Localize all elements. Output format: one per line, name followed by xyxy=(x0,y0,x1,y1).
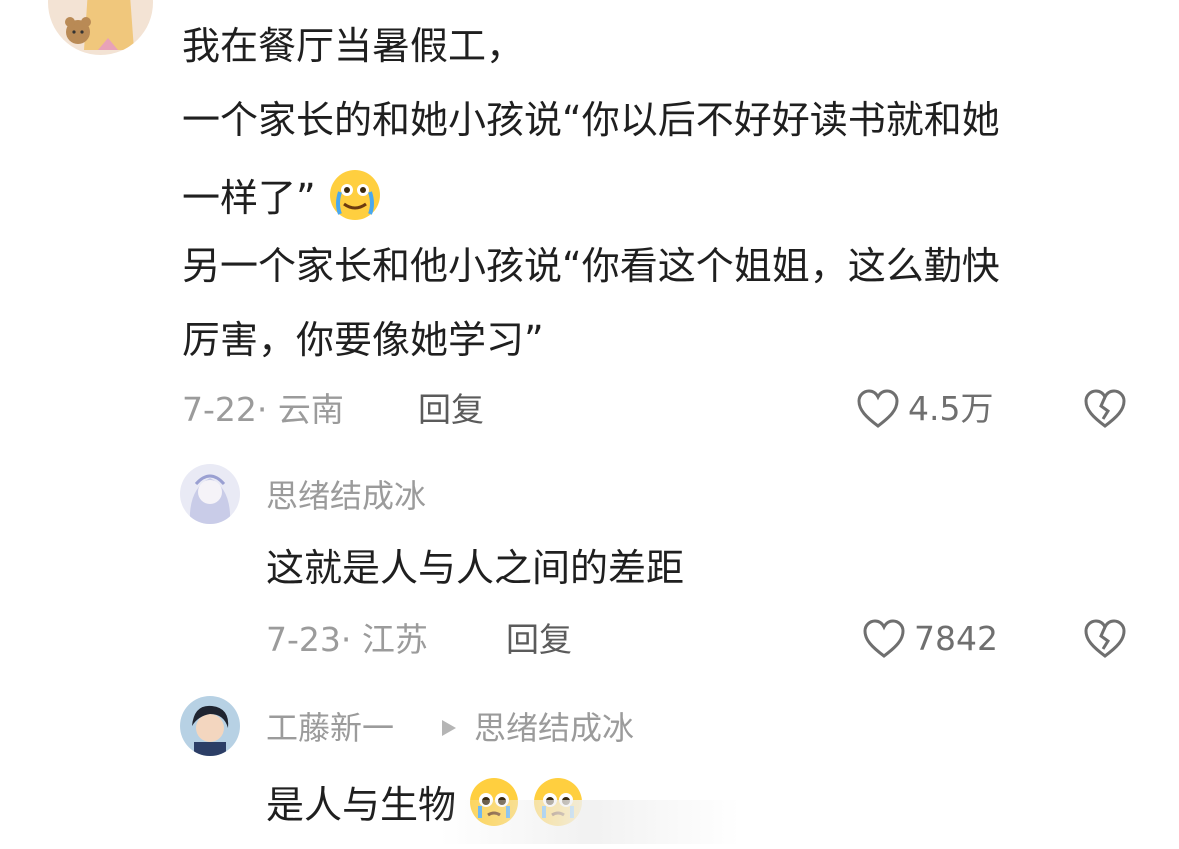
comment-text-line-4: 另一个家长和他小孩说“你看这个姐姐，这么勤快 xyxy=(182,244,1000,288)
username[interactable]: 思绪结成冰 xyxy=(266,476,426,516)
broken-heart-icon xyxy=(1084,619,1126,658)
comment-text-line-2: 一个家长的和她小孩说“你以后不好好读书就和她 xyxy=(182,98,1000,142)
comment-text-line-3: 一样了” xyxy=(182,168,382,233)
crying-smile-emoji-icon xyxy=(328,168,382,233)
comment-text-line-3-text: 一样了” xyxy=(182,176,316,220)
heart-icon xyxy=(863,619,905,658)
reply-arrow-icon xyxy=(440,718,458,742)
avatar[interactable] xyxy=(48,0,153,55)
like-count: 7842 xyxy=(914,619,998,658)
reply-button[interactable]: 回复 xyxy=(506,620,572,660)
broken-heart-icon xyxy=(1084,389,1126,428)
username[interactable]: 工藤新一 xyxy=(266,708,394,748)
reply-text: 这就是人与人之间的差距 xyxy=(266,546,685,590)
like-button[interactable]: 4.5万 xyxy=(856,388,993,430)
reply-text-content: 是人与生物 xyxy=(266,783,457,827)
comment-text-line-1: 我在餐厅当暑假工， xyxy=(182,24,525,68)
dislike-button[interactable] xyxy=(1082,388,1128,434)
avatar-image xyxy=(48,0,153,55)
avatar[interactable] xyxy=(180,696,240,756)
like-button[interactable]: 7842 xyxy=(862,618,998,660)
reply-button[interactable]: 回复 xyxy=(418,390,484,430)
heart-icon xyxy=(857,389,899,428)
comment-text-line-5: 厉害，你要像她学习” xyxy=(182,318,544,362)
avatar-image xyxy=(180,696,240,756)
avatar[interactable] xyxy=(180,464,240,524)
reply-to-username[interactable]: 思绪结成冰 xyxy=(474,708,634,748)
like-count: 4.5万 xyxy=(908,389,994,428)
comment-date-location: 7-22· 云南 xyxy=(182,390,344,429)
dislike-button[interactable] xyxy=(1082,618,1128,664)
avatar-image xyxy=(180,464,240,524)
watermark xyxy=(440,800,740,844)
reply-date-location: 7-23· 江苏 xyxy=(266,620,428,659)
